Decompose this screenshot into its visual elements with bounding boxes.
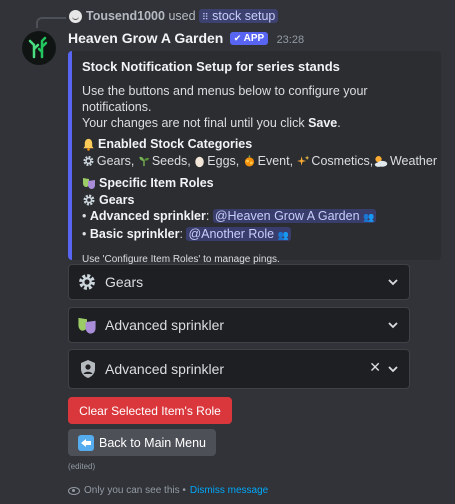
gears-subheading: Gears	[82, 192, 437, 208]
bell-icon	[83, 138, 94, 151]
item-role-row: • Advanced sprinkler: @Heaven Grow A Gar…	[82, 209, 377, 223]
gears-heading-text: Gears	[99, 193, 135, 207]
sparkles-icon	[296, 155, 310, 166]
category-select[interactable]: Gears	[68, 264, 410, 300]
role-shield-icon	[81, 360, 95, 378]
verified-check-icon: ✔	[233, 33, 242, 43]
specific-roles-heading: Specific Item Roles	[82, 175, 437, 191]
app-tag: ✔ APP	[229, 32, 269, 45]
reply-avatar[interactable]	[69, 10, 82, 23]
back-button-label: Back to Main Menu	[99, 435, 206, 450]
timestamp[interactable]: 23:28	[277, 34, 305, 46]
back-arrow-icon	[78, 434, 94, 451]
enabled-categories-heading: Enabled Stock Categories	[82, 136, 437, 152]
role-members-icon: 👥	[277, 230, 289, 240]
category-list: Gears, Seeds, Eggs, Event, Cosmetics, We…	[82, 152, 437, 170]
embed: Stock Notification Setup for series stan…	[68, 51, 441, 265]
desc-line-2-suffix: .	[337, 116, 341, 130]
chevron-down-icon	[388, 279, 398, 286]
embed-title: Stock Notification Setup for series stan…	[82, 59, 340, 74]
weather-icon	[375, 156, 388, 167]
bot-name[interactable]: Heaven Grow A Garden	[68, 30, 223, 46]
plant-logo-icon	[28, 36, 48, 59]
role-members-icon: 👥	[363, 212, 375, 222]
slash-command-icon: ⠿	[202, 12, 209, 22]
masks-icon	[83, 178, 95, 189]
ephemeral-notice: Only you can see this • Dismiss message	[68, 485, 268, 496]
clear-selection-icon[interactable]: ✕	[369, 359, 381, 376]
chevron-down-icon	[388, 322, 398, 329]
gear-icon	[83, 194, 95, 206]
role-mention[interactable]: @Another Role 👥	[186, 227, 291, 241]
bot-avatar[interactable]	[22, 31, 56, 65]
category-seeds: Seeds,	[151, 154, 191, 168]
save-keyword: Save	[308, 116, 338, 130]
reply-username[interactable]: Tousend1000	[86, 9, 165, 23]
desc-line-2: Your changes are not final until you cli…	[82, 115, 437, 131]
reply-bar[interactable]: Tousend1000 used ⠿ stock setup	[0, 0, 455, 30]
role-select-value: Advanced sprinkler	[105, 361, 225, 377]
category-weather: Weather	[389, 154, 437, 168]
role-mention[interactable]: @Heaven Grow A Garden 👥	[212, 209, 377, 223]
category-select-value: Gears	[105, 274, 144, 290]
item-select-value: Advanced sprinkler	[105, 317, 225, 333]
category-gears: Gears,	[96, 154, 135, 168]
roles-heading-text: Specific Item Roles	[99, 176, 214, 190]
slash-command-name: stock setup	[212, 9, 276, 23]
chevron-down-icon	[388, 366, 398, 373]
item-name: Basic sprinkler	[89, 227, 180, 241]
item-name: Advanced sprinkler	[89, 209, 206, 223]
role-select[interactable]: Advanced sprinkler ✕	[68, 349, 410, 389]
app-tag-label: APP	[243, 33, 265, 44]
enabled-heading-text: Enabled Stock Categories	[98, 137, 253, 151]
edited-marker: (edited)	[68, 462, 96, 471]
embed-description: Use the buttons and menus below to confi…	[82, 83, 437, 268]
back-to-main-menu-button[interactable]: Back to Main Menu	[68, 429, 216, 456]
category-cosmetics: Cosmetics,	[311, 154, 374, 168]
item-role-row: • Basic sprinkler: @Another Role 👥	[82, 227, 291, 241]
reply-used-word: used	[168, 9, 196, 23]
eye-icon	[68, 486, 80, 495]
desc-line-1: Use the buttons and menus below to confi…	[82, 84, 368, 114]
masks-icon	[78, 317, 96, 334]
reply-text: Tousend1000 used ⠿ stock setup	[86, 9, 279, 23]
slash-command-pill[interactable]: ⠿ stock setup	[199, 9, 279, 23]
category-event: Event,	[257, 154, 294, 168]
role-mention-text: @Heaven Grow A Garden	[214, 209, 360, 223]
clear-role-button[interactable]: Clear Selected Item's Role	[68, 397, 232, 424]
role-mention-text: @Another Role	[188, 227, 275, 241]
message-header: Heaven Grow A Garden ✔ APP 23:28	[68, 30, 304, 46]
ephemeral-text: Only you can see this •	[84, 485, 186, 496]
category-eggs: Eggs,	[207, 154, 240, 168]
desc-line-2-prefix: Your changes are not final until you cli…	[82, 116, 309, 130]
item-select[interactable]: Advanced sprinkler	[68, 307, 410, 343]
dismiss-message-link[interactable]: Dismiss message	[190, 485, 268, 496]
egg-icon	[195, 156, 205, 168]
gear-icon	[83, 155, 94, 167]
event-icon	[244, 155, 254, 167]
reply-spine	[36, 17, 66, 28]
gear-icon	[79, 274, 95, 290]
seedling-icon	[139, 156, 149, 167]
